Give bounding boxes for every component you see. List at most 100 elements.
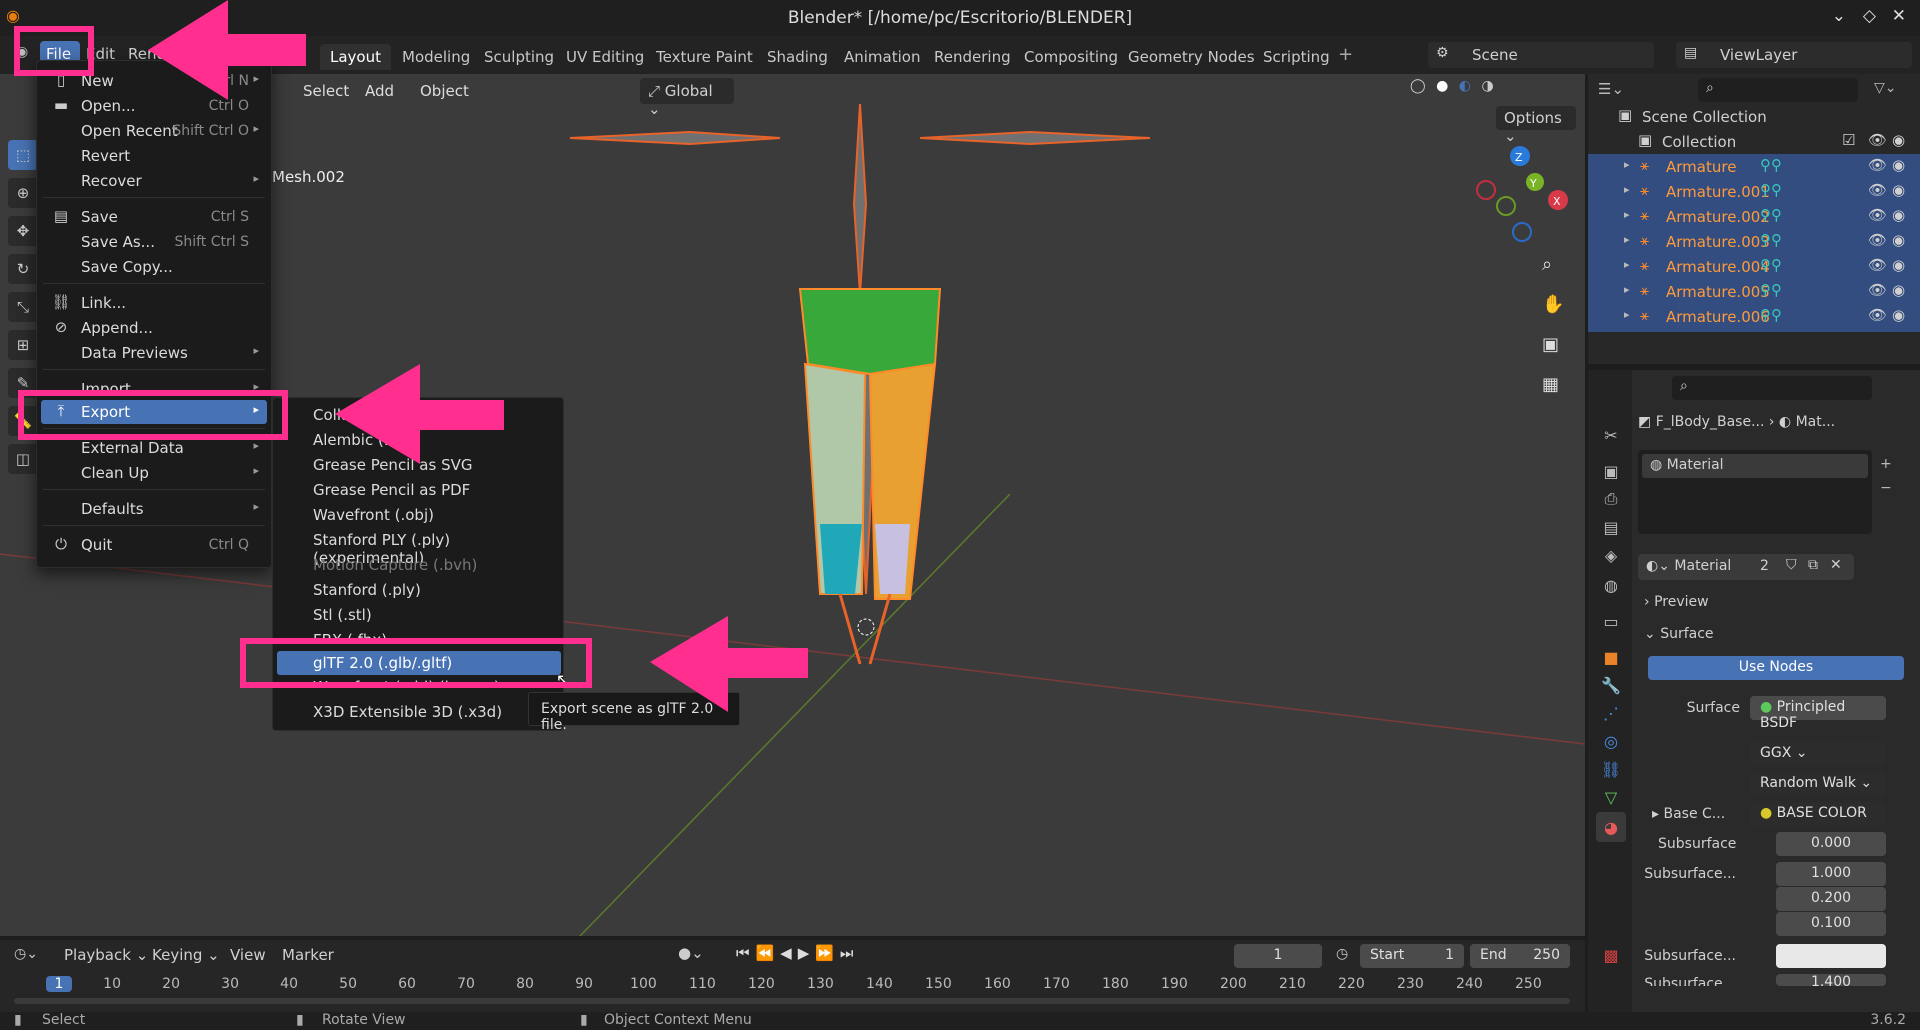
- material-tab-icon[interactable]: ◕: [1596, 812, 1626, 842]
- outliner-item-label: Armature.004: [1666, 258, 1770, 276]
- subsurface-label: Subsurface: [1658, 836, 1737, 852]
- output-tab-icon[interactable]: ⎙: [1596, 484, 1626, 514]
- eye-icon[interactable]: 👁: [1868, 156, 1887, 174]
- tool-tab-icon[interactable]: ✂: [1596, 420, 1626, 450]
- use-nodes-button[interactable]: Use Nodes: [1648, 656, 1904, 680]
- surface-shader-field[interactable]: ● Principled BSDF: [1750, 696, 1886, 731]
- outliner-collection[interactable]: ▣ Collection ☑ 👁 ◉: [1588, 129, 1920, 154]
- subsurface-radius-x[interactable]: 1.000: [1776, 862, 1886, 886]
- expand-arrow-icon[interactable]: ▸: [1624, 183, 1630, 196]
- status-rotate: Rotate View: [322, 1012, 406, 1028]
- distribution-dropdown[interactable]: GGX ⌄: [1750, 742, 1886, 766]
- camera-render-icon[interactable]: ◉: [1892, 131, 1905, 149]
- pose-icon[interactable]: ⚲⚲: [1760, 156, 1782, 174]
- constraints-tab-icon[interactable]: ⛓: [1596, 754, 1626, 784]
- collection-tab-icon[interactable]: ▭: [1596, 606, 1626, 636]
- surface-label: Surface: [1686, 700, 1740, 716]
- checkbox-icon[interactable]: ☑: [1842, 131, 1855, 149]
- expand-arrow-icon[interactable]: ▸: [1624, 158, 1630, 171]
- pose-icon[interactable]: ⚲⚲: [1760, 206, 1782, 224]
- subsurface-ior-label: Subsurface...: [1644, 976, 1736, 986]
- camera-render-icon[interactable]: ◉: [1892, 156, 1905, 174]
- pose-icon[interactable]: ⚲⚲: [1760, 306, 1782, 324]
- status-context-menu: Object Context Menu: [604, 1012, 752, 1028]
- frame-tick-label: 1: [46, 976, 72, 992]
- frame-ruler[interactable]: 1 10 20 30 40 50 60 70 80 90 100 110 120 130 140 150 160…: [0, 940, 1585, 1000]
- eye-icon[interactable]: 👁: [1868, 231, 1887, 249]
- outliner-item[interactable]: ▸ ⚹ Armature.002 ⚲⚲ 👁 ◉: [1588, 204, 1920, 229]
- pose-icon[interactable]: ⚲⚲: [1760, 181, 1782, 199]
- modifier-tab-icon[interactable]: 🔧: [1596, 670, 1626, 700]
- outliner-item[interactable]: ▸ ⚹ Armature.004 ⚲⚲ 👁 ◉: [1588, 254, 1920, 279]
- slot-remove-icon[interactable]: −: [1880, 480, 1892, 496]
- frame-tick-label: 60: [398, 976, 416, 992]
- status-bar: ▮ Select ▮ Rotate View ▮ Object Context …: [0, 1012, 1920, 1030]
- version-label: 3.6.2: [1870, 1012, 1906, 1028]
- subsurface-method-dropdown[interactable]: Random Walk ⌄: [1750, 772, 1886, 796]
- material-selector[interactable]: ◐⌄ Material 2 ⛉ ⧉ ✕: [1638, 554, 1854, 580]
- surface-section[interactable]: ⌄ Surface: [1644, 626, 1714, 642]
- camera-render-icon[interactable]: ◉: [1892, 281, 1905, 299]
- subsurface-radius-label: Subsurface...: [1644, 866, 1736, 882]
- timeline-scrollbar[interactable]: [14, 998, 1570, 1004]
- armature-icon: ⚹: [1640, 156, 1650, 174]
- render-tab-icon[interactable]: ▣: [1596, 456, 1626, 486]
- material-users-count: 2: [1760, 558, 1769, 574]
- camera-render-icon[interactable]: ◉: [1892, 306, 1905, 324]
- base-color-field[interactable]: ● BASE COLOR: [1750, 802, 1886, 826]
- outliner-editor-icon[interactable]: ☰⌄: [1598, 80, 1624, 98]
- outliner-search[interactable]: ⌕: [1698, 78, 1858, 102]
- camera-render-icon[interactable]: ◉: [1892, 206, 1905, 224]
- subsurface-radius-y[interactable]: 0.200: [1776, 887, 1886, 911]
- particles-tab-icon[interactable]: ⋰: [1596, 698, 1626, 728]
- subsurface-radius-z[interactable]: 0.100: [1776, 912, 1886, 936]
- pose-icon[interactable]: ⚲⚲: [1760, 281, 1782, 299]
- camera-render-icon[interactable]: ◉: [1892, 256, 1905, 274]
- frame-tick-label: 170: [1043, 976, 1070, 992]
- scene-tab-icon[interactable]: ◈: [1596, 540, 1626, 570]
- pose-icon[interactable]: ⚲⚲: [1760, 231, 1782, 249]
- texture-tab-icon[interactable]: ▩: [1596, 940, 1626, 970]
- data-tab-icon[interactable]: ▽: [1596, 782, 1626, 812]
- duplicate-icon[interactable]: ⧉: [1808, 557, 1818, 573]
- material-slot-item[interactable]: ◍ Material: [1642, 454, 1868, 478]
- eye-icon[interactable]: 👁: [1868, 306, 1887, 324]
- expand-arrow-icon[interactable]: ▸: [1624, 283, 1630, 296]
- expand-arrow-icon[interactable]: ▸: [1624, 308, 1630, 321]
- expand-arrow-icon[interactable]: ▸: [1624, 208, 1630, 221]
- subsurface-ior-field[interactable]: 1.400: [1776, 974, 1886, 986]
- outliner-item[interactable]: ▸ ⚹ Armature ⚲⚲ 👁 ◉: [1588, 154, 1920, 179]
- frame-tick-label: 10: [103, 976, 121, 992]
- subsurface-color-swatch[interactable]: [1776, 944, 1886, 968]
- physics-tab-icon[interactable]: ◎: [1596, 726, 1626, 756]
- eye-icon[interactable]: 👁: [1868, 281, 1887, 299]
- outliner-item[interactable]: ▸ ⚹ Armature.006 ⚲⚲ 👁 ◉: [1588, 304, 1920, 329]
- filter-icon[interactable]: ▽⌄: [1874, 80, 1897, 96]
- eye-icon[interactable]: 👁: [1868, 131, 1887, 149]
- outliner-item[interactable]: ▸ ⚹ Armature.005 ⚲⚲ 👁 ◉: [1588, 279, 1920, 304]
- world-tab-icon[interactable]: ◍: [1596, 570, 1626, 600]
- frame-tick-label: 200: [1220, 976, 1247, 992]
- expand-arrow-icon[interactable]: ▸: [1624, 258, 1630, 271]
- expand-arrow-icon[interactable]: ▸: [1624, 233, 1630, 246]
- object-tab-icon[interactable]: ■: [1596, 642, 1626, 672]
- camera-render-icon[interactable]: ◉: [1892, 231, 1905, 249]
- subsurface-value-field[interactable]: 0.000: [1776, 832, 1886, 856]
- mesh-icon: ◩: [1638, 414, 1656, 430]
- slot-add-icon[interactable]: +: [1880, 456, 1892, 472]
- outliner-item[interactable]: ▸ ⚹ Armature.001 ⚲⚲ 👁 ◉: [1588, 179, 1920, 204]
- outliner-item[interactable]: ▸ ⚹ Armature.003 ⚲⚲ 👁 ◉: [1588, 229, 1920, 254]
- eye-icon[interactable]: 👁: [1868, 256, 1887, 274]
- unlink-icon[interactable]: ✕: [1830, 557, 1842, 573]
- properties-breadcrumb: ◩ F_lBody_Base... › ◐ Mat...: [1638, 414, 1836, 430]
- view-layer-tab-icon[interactable]: ▤: [1596, 512, 1626, 542]
- preview-section[interactable]: › Preview: [1644, 594, 1709, 610]
- properties-search[interactable]: ⌕: [1672, 376, 1872, 400]
- eye-icon[interactable]: 👁: [1868, 181, 1887, 199]
- outliner-scene-collection[interactable]: ▣ Scene Collection: [1588, 104, 1920, 129]
- eye-icon[interactable]: 👁: [1868, 206, 1887, 224]
- pose-icon[interactable]: ⚲⚲: [1760, 256, 1782, 274]
- camera-render-icon[interactable]: ◉: [1892, 181, 1905, 199]
- frame-tick-label: 220: [1338, 976, 1365, 992]
- fake-user-icon[interactable]: ⛉: [1786, 557, 1797, 573]
